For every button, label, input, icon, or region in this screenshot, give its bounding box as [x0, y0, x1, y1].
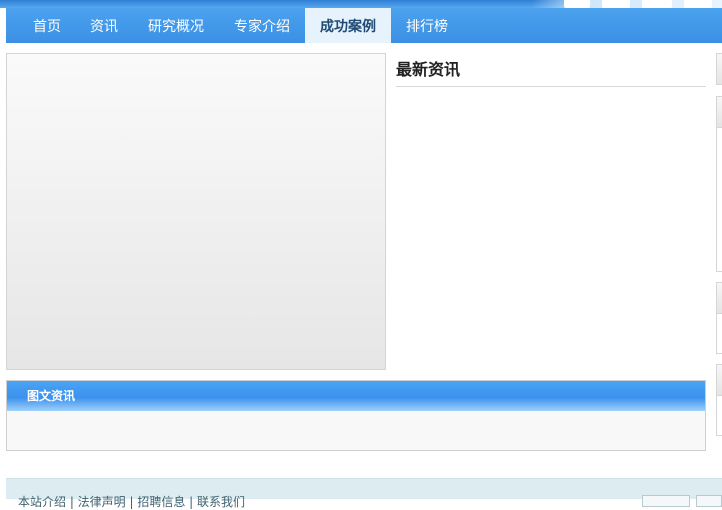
- latest-news-title: 最新资讯: [396, 55, 706, 87]
- nav-item-success-cases[interactable]: 成功案例: [305, 8, 391, 43]
- picture-news-panel: 图文资讯: [6, 380, 706, 451]
- latest-news-panel: 最新资讯: [396, 55, 706, 87]
- footer-search-input[interactable]: [642, 495, 690, 507]
- sidebar-box-1-header: [717, 54, 722, 85]
- nav-item-experts[interactable]: 专家介绍: [219, 8, 305, 43]
- footer-links[interactable]: 本站介绍 | 法律声明 | 招聘信息 | 联系我们: [18, 493, 245, 510]
- sidebar-box-4-header: [717, 365, 722, 396]
- banner-logo-art: [532, 0, 722, 8]
- sidebar-box-2-header: [717, 97, 722, 128]
- sidebar-box-3: [716, 282, 722, 354]
- image-slideshow[interactable]: [6, 53, 386, 370]
- nav-item-news[interactable]: 资讯: [75, 8, 133, 43]
- nav-item-rankings[interactable]: 排行榜: [391, 8, 463, 43]
- sidebar-box-4: [716, 364, 722, 436]
- main-nav: 首页 资讯 研究概况 专家介绍 成功案例 排行榜: [6, 8, 722, 43]
- nav-item-home[interactable]: 首页: [6, 8, 75, 43]
- sidebar-box-1: [716, 53, 722, 85]
- top-banner: [0, 0, 722, 8]
- footer: 本站介绍 | 法律声明 | 招聘信息 | 联系我们: [6, 478, 722, 509]
- nav-item-research[interactable]: 研究概况: [133, 8, 219, 43]
- sidebar-box-3-header: [717, 283, 722, 314]
- picture-news-title: 图文资讯: [7, 381, 705, 411]
- sidebar-box-2: [716, 96, 722, 272]
- footer-search-button[interactable]: [696, 495, 722, 507]
